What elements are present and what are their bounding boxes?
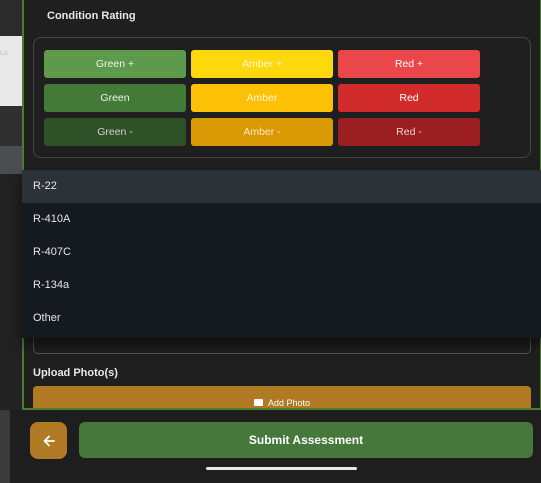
condition-rating-title: Condition Rating xyxy=(47,10,136,22)
rating-red-button[interactable]: Red xyxy=(338,84,480,112)
back-button[interactable] xyxy=(30,422,67,459)
dropdown-option-r407c[interactable]: R-407C xyxy=(22,236,541,269)
rating-amber-minus-button[interactable]: Amber - xyxy=(191,118,333,146)
add-photo-label: Add Photo xyxy=(267,398,311,408)
rating-green-plus-button[interactable]: Green + xyxy=(44,50,186,78)
screen: Lo Condition Rating Green + Amber + Red … xyxy=(0,0,541,483)
rating-red-plus-button[interactable]: Red + xyxy=(338,50,480,78)
rating-red-minus-button[interactable]: Red - xyxy=(338,118,480,146)
rating-green-minus-button[interactable]: Green - xyxy=(44,118,186,146)
add-photo-icon xyxy=(253,399,263,406)
add-photo-button[interactable]: Add Photo xyxy=(33,386,531,408)
submit-assessment-button[interactable]: Submit Assessment xyxy=(79,422,533,458)
dropdown-option-other[interactable]: Other xyxy=(22,302,541,335)
arrow-left-icon xyxy=(43,435,55,446)
rating-green-button[interactable]: Green xyxy=(44,84,186,112)
dropdown-option-r410a[interactable]: R-410A xyxy=(22,203,541,236)
refrigerant-dropdown-menu: R-22 R-410A R-407C R-134a Other xyxy=(22,170,541,338)
home-indicator xyxy=(206,467,357,470)
background-page: Lo xyxy=(0,36,22,106)
dropdown-option-r134a[interactable]: R-134a xyxy=(22,269,541,302)
dropdown-option-r22[interactable]: R-22 xyxy=(22,170,541,203)
background-page xyxy=(0,0,22,36)
background-page xyxy=(0,410,10,483)
background-page xyxy=(0,106,22,146)
background-page xyxy=(0,174,22,410)
rating-amber-plus-button[interactable]: Amber + xyxy=(191,50,333,78)
background-page xyxy=(0,146,22,174)
background-text: Lo xyxy=(0,50,8,57)
upload-photos-label: Upload Photo(s) xyxy=(33,367,118,379)
rating-amber-button[interactable]: Amber xyxy=(191,84,333,112)
